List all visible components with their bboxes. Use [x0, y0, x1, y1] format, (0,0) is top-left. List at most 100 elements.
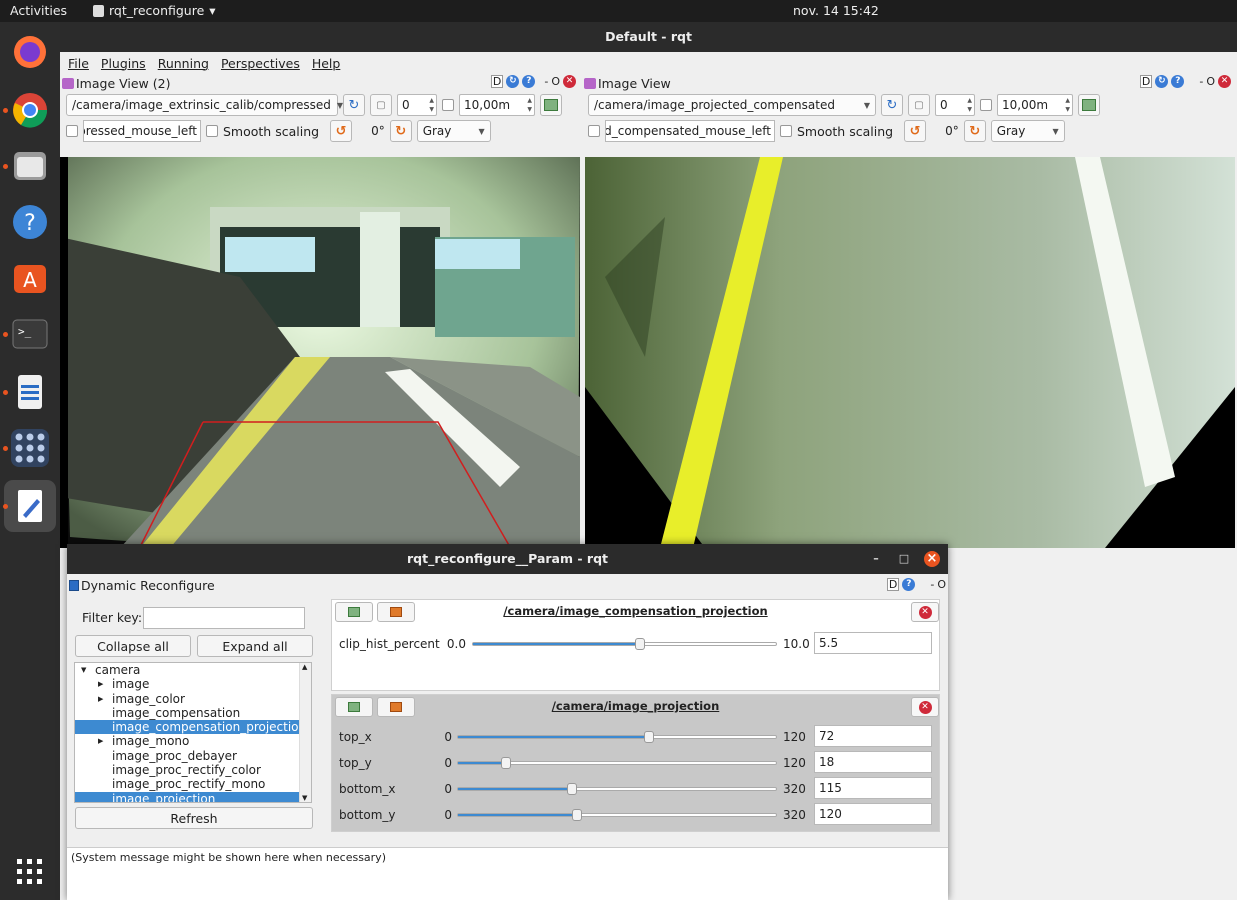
- software-center-icon[interactable]: A: [10, 258, 50, 298]
- zoom-button[interactable]: ▢: [908, 94, 930, 116]
- tree-item[interactable]: image_proc_rectify_mono: [75, 777, 299, 791]
- minimize-window-button[interactable]: –: [868, 551, 884, 567]
- close-section-button[interactable]: ✕: [911, 602, 939, 622]
- param-slider[interactable]: [457, 809, 777, 821]
- mouse-publish-checkbox[interactable]: [66, 125, 78, 137]
- camera-image-extrinsic[interactable]: [60, 157, 580, 548]
- tree-item[interactable]: ▶ image_mono: [75, 734, 299, 748]
- help-button[interactable]: ?: [902, 578, 916, 591]
- chrome-icon[interactable]: [10, 90, 50, 130]
- collapse-arrow-icon[interactable]: ▶: [98, 692, 103, 706]
- param-slider[interactable]: [457, 731, 777, 743]
- save-image-button[interactable]: [1078, 94, 1100, 116]
- menu-file[interactable]: File: [68, 56, 89, 71]
- dock-toggle-button[interactable]: D: [490, 75, 504, 88]
- numbers-icon[interactable]: [10, 428, 50, 468]
- smooth-scaling-checkbox[interactable]: [206, 125, 218, 137]
- minimize-pane-button[interactable]: -: [930, 578, 934, 591]
- slider-handle[interactable]: [567, 783, 578, 795]
- param-value-input[interactable]: 5.5: [814, 632, 932, 654]
- reload-icon[interactable]: ↻: [506, 75, 520, 88]
- tree-item[interactable]: image_projection: [75, 791, 299, 802]
- text-editor-icon[interactable]: [4, 480, 56, 532]
- tree-scrollbar[interactable]: ▲ ▼: [299, 663, 311, 802]
- collapse-arrow-icon[interactable]: ▶: [98, 677, 103, 691]
- tree-item[interactable]: ▶ image_color: [75, 692, 299, 706]
- slider-handle[interactable]: [643, 731, 654, 743]
- close-pane-button[interactable]: ✕: [1218, 75, 1231, 88]
- color-mode-select[interactable]: Gray ▼: [990, 120, 1065, 142]
- node-tree[interactable]: ▼ camera ▶ image ▶ image_color image_compensat…: [74, 662, 312, 803]
- activities-button[interactable]: Activities: [10, 3, 67, 18]
- param-slider[interactable]: [472, 638, 777, 650]
- range-checkbox[interactable]: [442, 99, 454, 111]
- expand-all-button[interactable]: Expand all: [197, 635, 313, 657]
- help-button[interactable]: ?: [1171, 75, 1185, 88]
- tree-item[interactable]: image_compensation: [75, 706, 299, 720]
- collapse-all-button[interactable]: Collapse all: [75, 635, 191, 657]
- mouse-publish-checkbox[interactable]: [588, 125, 600, 137]
- zoom-spinbox[interactable]: 0 ▲ ▼: [935, 94, 975, 116]
- float-pane-button[interactable]: O: [1206, 75, 1215, 88]
- param-value-input[interactable]: 120: [814, 803, 932, 825]
- files-icon[interactable]: [10, 146, 50, 186]
- scroll-up-icon[interactable]: ▲: [302, 663, 307, 671]
- float-pane-button[interactable]: O: [551, 75, 560, 88]
- mouse-topic-field[interactable]: ed_compensated_mouse_left: [605, 120, 775, 142]
- param-value-input[interactable]: 115: [814, 777, 932, 799]
- param-value-input[interactable]: 18: [814, 751, 932, 773]
- close-section-button[interactable]: ✕: [911, 697, 939, 717]
- rotate-right-button[interactable]: ↻: [963, 120, 986, 142]
- app-menu[interactable]: rqt_reconfigure ▾: [93, 3, 216, 18]
- menu-help[interactable]: Help: [312, 56, 341, 71]
- expand-arrow-icon[interactable]: ▼: [81, 663, 86, 677]
- app-grid-icon[interactable]: [10, 852, 50, 892]
- slider-handle[interactable]: [500, 757, 511, 769]
- rotate-left-button[interactable]: ↺: [904, 120, 927, 142]
- close-window-button[interactable]: ×: [924, 551, 940, 567]
- firefox-icon[interactable]: [10, 32, 50, 72]
- menu-perspectives[interactable]: Perspectives: [221, 56, 300, 71]
- refresh-topics-button[interactable]: ↻: [343, 94, 365, 116]
- rotate-left-button[interactable]: ↺: [330, 120, 353, 142]
- close-pane-button[interactable]: ✕: [563, 75, 576, 88]
- menu-running[interactable]: Running: [158, 56, 209, 71]
- range-checkbox[interactable]: [980, 99, 992, 111]
- maximize-window-button[interactable]: □: [896, 551, 912, 567]
- param-slider[interactable]: [457, 783, 777, 795]
- filter-key-input[interactable]: [143, 607, 305, 629]
- tree-item[interactable]: image_proc_debayer: [75, 749, 299, 763]
- slider-handle[interactable]: [634, 638, 645, 650]
- mouse-topic-field[interactable]: pressed_mouse_left: [83, 120, 201, 142]
- writer-icon[interactable]: [10, 372, 50, 412]
- range-spinbox[interactable]: 10,00m ▲ ▼: [997, 94, 1073, 116]
- camera-image-projected[interactable]: [585, 157, 1235, 548]
- menu-plugins[interactable]: Plugins: [101, 56, 146, 71]
- scroll-down-icon[interactable]: ▼: [302, 794, 307, 802]
- tree-item[interactable]: ▼ camera: [75, 663, 299, 677]
- tree-item[interactable]: image_proc_rectify_color: [75, 763, 299, 777]
- help-icon[interactable]: ?: [10, 202, 50, 242]
- save-image-button[interactable]: [540, 94, 562, 116]
- topic-select[interactable]: /camera/image_extrinsic_calib/compressed…: [66, 94, 343, 116]
- rotate-right-button[interactable]: ↻: [389, 120, 412, 142]
- minimize-pane-button[interactable]: -: [1199, 75, 1203, 88]
- smooth-scaling-checkbox[interactable]: [780, 125, 792, 137]
- reload-icon[interactable]: ↻: [1155, 75, 1169, 88]
- terminal-icon[interactable]: >_: [10, 314, 50, 354]
- minimize-pane-button[interactable]: -: [544, 75, 548, 88]
- help-button[interactable]: ?: [522, 75, 536, 88]
- clock[interactable]: nov. 14 15:42: [793, 3, 879, 18]
- float-pane-button[interactable]: O: [937, 578, 946, 591]
- refresh-button[interactable]: Refresh: [75, 807, 313, 829]
- color-mode-select[interactable]: Gray ▼: [416, 120, 491, 142]
- zoom-spinbox[interactable]: 0 ▲ ▼: [397, 94, 437, 116]
- dock-toggle-button[interactable]: D: [886, 578, 900, 591]
- tree-item[interactable]: image_compensation_projection: [75, 720, 306, 735]
- refresh-topics-button[interactable]: ↻: [881, 94, 903, 116]
- slider-handle[interactable]: [572, 809, 583, 821]
- topic-select[interactable]: /camera/image_projected_compensated ▼: [588, 94, 876, 116]
- param-value-input[interactable]: 72: [814, 725, 932, 747]
- range-spinbox[interactable]: 10,00m ▲ ▼: [459, 94, 535, 116]
- tree-item[interactable]: ▶ image: [75, 677, 299, 691]
